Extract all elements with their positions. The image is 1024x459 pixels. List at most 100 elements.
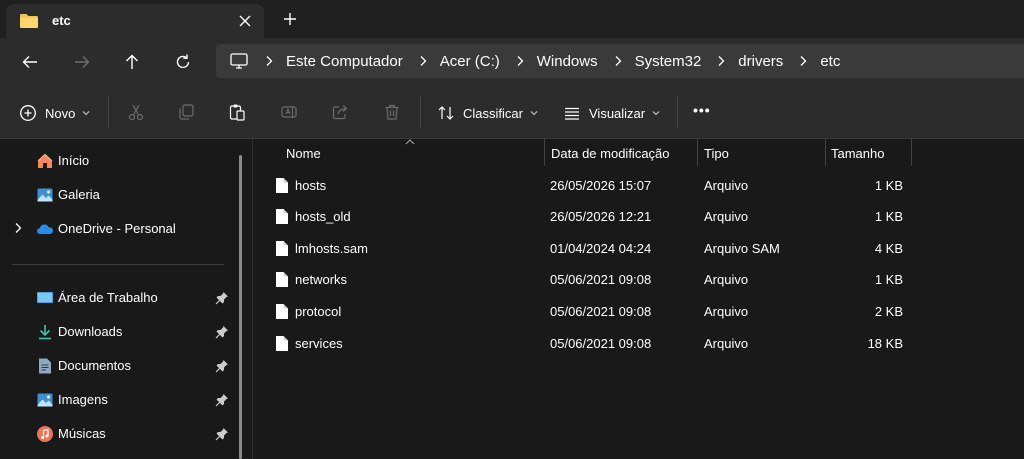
toolbar-separator — [677, 96, 678, 128]
cut-icon[interactable] — [127, 103, 145, 121]
file-list: Nome Data de modificação Tipo Tamanho ho… — [253, 139, 1024, 459]
sidebar-item-documentos[interactable]: Documentos — [0, 349, 236, 383]
breadcrumb-acer-c[interactable]: Acer (C:) — [440, 53, 500, 70]
file-type: Arquivo — [704, 209, 749, 224]
file-type: Arquivo — [704, 178, 749, 193]
new-button[interactable]: Novo — [19, 104, 90, 122]
file-size: 18 KB — [867, 336, 903, 351]
file-size: 2 KB — [874, 304, 903, 319]
chevron-right-icon[interactable] — [799, 55, 807, 67]
file-name: hosts — [295, 178, 327, 193]
sidebar-item-downloads[interactable]: Downloads — [0, 315, 236, 349]
file-name: hosts_old — [295, 209, 351, 224]
file-row-networks[interactable]: networks 05/06/2021 09:08 Arquivo 1 KB — [253, 264, 1024, 295]
pin-icon[interactable] — [215, 359, 229, 373]
sidebar-scrollbar[interactable] — [239, 155, 242, 459]
file-row-services[interactable]: services 05/06/2021 09:08 Arquivo 18 KB — [253, 328, 1024, 359]
file-date: 05/06/2021 09:08 — [550, 304, 652, 319]
file-row-hosts[interactable]: hosts 26/05/2026 15:07 Arquivo 1 KB — [253, 170, 1024, 201]
breadcrumb-este-computador[interactable]: Este Computador — [286, 53, 403, 70]
column-resize-handle[interactable] — [825, 139, 826, 166]
chevron-down-icon — [82, 110, 90, 116]
chevron-right-icon[interactable] — [265, 55, 273, 67]
pin-icon[interactable] — [215, 393, 229, 407]
file-icon — [275, 208, 289, 225]
more-options-button[interactable]: ••• — [693, 102, 711, 118]
sort-button[interactable]: Classificar — [437, 104, 538, 122]
file-icon — [275, 303, 289, 320]
file-icon — [275, 177, 289, 194]
sidebar-item-area-de-trabalho[interactable]: Área de Trabalho — [0, 281, 236, 315]
pin-icon[interactable] — [215, 325, 229, 339]
computer-icon[interactable] — [229, 52, 249, 70]
gallery-icon — [36, 186, 54, 204]
toolbar-separator — [420, 96, 421, 128]
close-icon[interactable] — [236, 12, 254, 30]
sidebar-item-onedrive[interactable]: OneDrive - Personal — [0, 212, 236, 246]
sidebar-item-galeria[interactable]: Galeria — [0, 178, 236, 212]
back-arrow-icon[interactable] — [20, 52, 40, 72]
file-row-lmhosts-sam[interactable]: lmhosts.sam 01/04/2024 04:24 Arquivo SAM… — [253, 233, 1024, 264]
file-type: Arquivo — [704, 304, 749, 319]
column-header-type[interactable]: Tipo — [704, 146, 729, 161]
address-bar[interactable]: Este Computador Acer (C:) Windows System… — [216, 44, 1024, 78]
sidebar-item-musicas[interactable]: Músicas — [0, 417, 236, 451]
sidebar-item-label: Início — [58, 153, 90, 168]
rename-icon[interactable] — [280, 103, 298, 121]
pin-icon[interactable] — [215, 291, 229, 305]
file-date: 26/05/2026 15:07 — [550, 178, 652, 193]
column-resize-handle[interactable] — [697, 139, 698, 166]
sidebar-item-label: Documentos — [58, 358, 131, 373]
chevron-right-icon[interactable] — [419, 55, 427, 67]
new-button-label: Novo — [45, 105, 76, 121]
sidebar-divider — [12, 264, 224, 265]
sidebar-item-label: OneDrive - Personal — [58, 221, 176, 236]
pin-icon[interactable] — [215, 427, 229, 441]
breadcrumb-windows[interactable]: Windows — [537, 53, 598, 70]
view-lines-icon — [563, 104, 581, 122]
column-header-name[interactable]: Nome — [286, 146, 321, 161]
new-tab-plus-icon[interactable] — [281, 10, 299, 28]
chevron-right-icon[interactable] — [14, 222, 22, 234]
file-name: services — [295, 336, 343, 351]
delete-icon[interactable] — [383, 103, 401, 121]
sidebar-item-label: Área de Trabalho — [58, 290, 158, 305]
file-row-hosts-old[interactable]: hosts_old 26/05/2026 12:21 Arquivo 1 KB — [253, 201, 1024, 232]
chevron-down-icon — [530, 110, 538, 116]
file-icon — [275, 240, 289, 257]
chevron-right-icon[interactable] — [717, 55, 725, 67]
paste-icon[interactable] — [228, 103, 246, 121]
share-icon[interactable] — [331, 103, 349, 121]
up-arrow-icon[interactable] — [122, 52, 142, 72]
documents-icon — [36, 357, 54, 375]
file-size: 4 KB — [874, 241, 903, 256]
sidebar-item-imagens[interactable]: Imagens — [0, 383, 236, 417]
sidebar-item-inicio[interactable]: Início — [0, 144, 236, 178]
column-header-size[interactable]: Tamanho — [831, 146, 884, 161]
copy-icon[interactable] — [177, 103, 195, 121]
file-icon — [275, 335, 289, 352]
music-icon — [36, 425, 54, 443]
file-row-protocol[interactable]: protocol 05/06/2021 09:08 Arquivo 2 KB — [253, 296, 1024, 327]
sidebar-item-label: Músicas — [58, 426, 106, 441]
tab-etc[interactable]: etc — [6, 4, 264, 38]
breadcrumb-system32[interactable]: System32 — [635, 53, 702, 70]
view-button-label: Visualizar — [589, 105, 646, 121]
navigation-pane: Início Galeria OneDrive - Personal Área … — [0, 139, 250, 459]
downloads-icon — [36, 323, 54, 341]
file-size: 1 KB — [874, 178, 903, 193]
chevron-right-icon[interactable] — [614, 55, 622, 67]
sidebar-item-label: Imagens — [58, 392, 108, 407]
sort-ascending-icon — [405, 139, 415, 145]
forward-arrow-icon[interactable] — [72, 52, 92, 72]
view-button[interactable]: Visualizar — [563, 104, 660, 122]
onedrive-icon — [36, 220, 54, 238]
breadcrumb-etc[interactable]: etc — [820, 53, 840, 70]
plus-circle-icon — [19, 104, 37, 122]
refresh-icon[interactable] — [173, 52, 193, 72]
chevron-right-icon[interactable] — [516, 55, 524, 67]
column-resize-handle[interactable] — [544, 139, 545, 166]
column-header-date[interactable]: Data de modificação — [551, 146, 670, 161]
column-resize-handle[interactable] — [911, 139, 912, 166]
breadcrumb-drivers[interactable]: drivers — [738, 53, 783, 70]
